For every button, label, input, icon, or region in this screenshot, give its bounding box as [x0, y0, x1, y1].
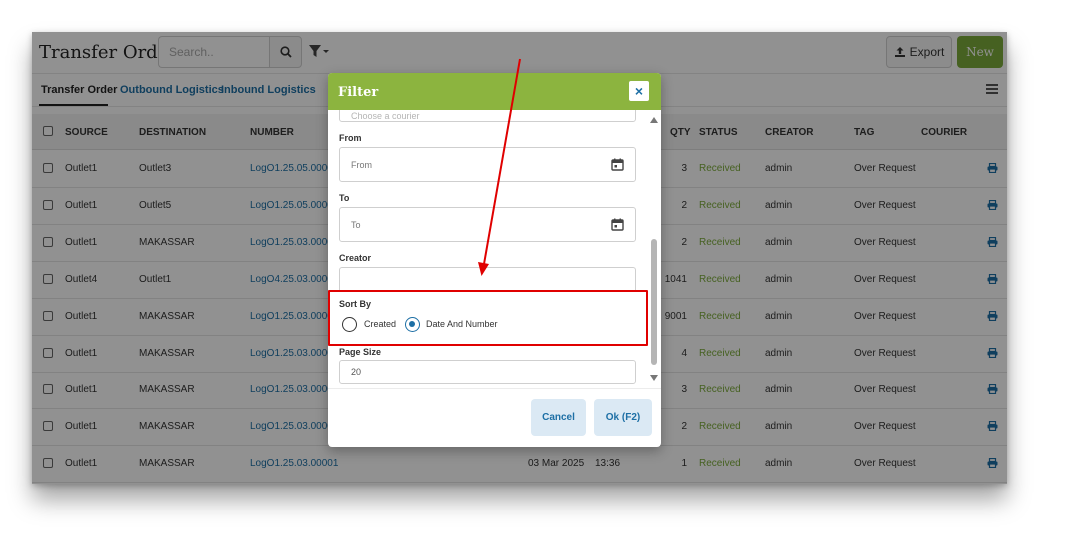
calendar-icon[interactable] [611, 158, 624, 171]
filter-modal-title: Filter [338, 85, 379, 100]
calendar-icon[interactable] [611, 218, 624, 231]
from-date-field[interactable]: From [339, 147, 636, 182]
scroll-thumb[interactable] [651, 239, 657, 365]
scroll-up-arrow[interactable] [650, 117, 658, 123]
modal-scrollbar[interactable] [650, 117, 658, 384]
courier-placeholder: Choose a courier [351, 110, 420, 121]
page-size-field[interactable]: 20 [339, 360, 636, 384]
cancel-button[interactable]: Cancel [531, 399, 586, 436]
from-placeholder: From [351, 159, 372, 170]
to-label: To [339, 193, 350, 203]
ok-button[interactable]: Ok (F2) [594, 399, 652, 436]
scroll-down-arrow[interactable] [650, 375, 658, 381]
filter-modal-header: Filter × [328, 73, 661, 110]
to-date-field[interactable]: To [339, 207, 636, 242]
screenshot-frame: Transfer Order Export [32, 32, 1007, 484]
courier-field[interactable]: Choose a courier [339, 110, 636, 122]
filter-modal-body: Choose a courier From From To To Creator… [328, 110, 661, 388]
page-size-value: 20 [351, 367, 362, 377]
filter-modal-footer: Cancel Ok (F2) [328, 388, 661, 447]
creator-field[interactable] [339, 267, 636, 291]
from-label: From [339, 133, 362, 143]
close-button[interactable]: × [629, 81, 649, 101]
page-size-label: Page Size [339, 347, 382, 357]
sort-by-highlight-box [328, 290, 648, 346]
filter-modal: Filter × Choose a courier From From To T… [328, 73, 661, 447]
creator-label: Creator [339, 253, 372, 263]
to-placeholder: To [351, 219, 361, 230]
transfer-order-app: Transfer Order Export [32, 32, 1007, 484]
close-icon: × [634, 83, 644, 99]
